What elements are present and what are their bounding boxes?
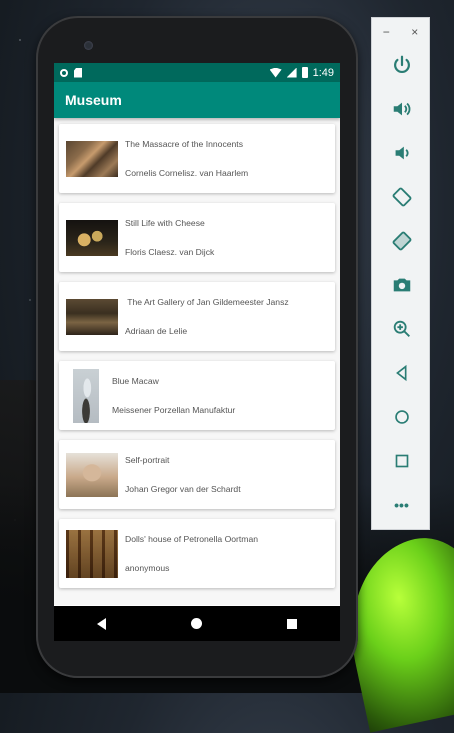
power-button[interactable] [372, 51, 431, 79]
rotate-left-icon [392, 187, 411, 207]
artwork-title: The Art Gallery of Jan Gildemeester Jans… [125, 297, 289, 307]
home-button[interactable] [372, 403, 431, 431]
screenshot-button[interactable] [372, 271, 431, 299]
overview-icon [395, 454, 408, 468]
artwork-card[interactable]: Blue Macaw Meissener Porzellan Manufaktu… [59, 361, 335, 430]
status-time: 1:49 [312, 66, 334, 79]
notification-icon [60, 68, 68, 77]
status-bar: 1:49 [54, 63, 340, 82]
close-button[interactable]: × [411, 25, 418, 39]
wifi-icon [269, 67, 282, 78]
artwork-artist: Adriaan de Lelie [125, 326, 188, 336]
artwork-artist: Johan Gregor van der Schardt [125, 484, 241, 494]
zoom-button[interactable] [372, 315, 431, 343]
artwork-title: Still Life with Cheese [125, 218, 205, 228]
artwork-artist: Meissener Porzellan Manufaktur [112, 405, 236, 415]
artwork-list[interactable]: The Massacre of the Innocents Cornelis C… [54, 118, 340, 605]
artwork-thumbnail [66, 140, 118, 177]
volume-up-button[interactable] [372, 95, 431, 123]
artwork-thumbnail [66, 529, 118, 578]
artwork-thumbnail [66, 298, 118, 335]
rotate-right-button[interactable] [372, 227, 431, 255]
more-icon: ••• [394, 497, 409, 513]
artwork-title: The Massacre of the Innocents [125, 139, 243, 149]
camera-icon [393, 278, 410, 292]
rotate-left-button[interactable] [372, 183, 431, 211]
app-title: Museum [65, 92, 122, 108]
home-icon [394, 410, 409, 424]
overview-button[interactable] [372, 447, 431, 475]
artwork-artist: Floris Claesz. van Dijck [125, 247, 215, 257]
artwork-card[interactable]: The Massacre of the Innocents Cornelis C… [59, 124, 335, 193]
emulator-control-panel: − × ••• [371, 17, 430, 530]
artwork-artist: anonymous [125, 563, 170, 573]
back-icon [395, 364, 406, 382]
app-bar: Museum [54, 82, 340, 118]
rotate-right-icon [392, 231, 411, 251]
nav-back-icon[interactable] [96, 617, 106, 630]
device-screen: 1:49 Museum The Massacre of the Innocent… [54, 63, 340, 641]
more-button[interactable]: ••• [372, 491, 431, 519]
artwork-thumbnail [73, 368, 99, 423]
volume-up-icon [393, 102, 410, 116]
artwork-title: Blue Macaw [112, 376, 159, 386]
sd-card-icon [74, 67, 82, 78]
nav-recents-icon[interactable] [287, 618, 298, 629]
artwork-thumbnail [66, 219, 118, 256]
volume-down-button[interactable] [372, 139, 431, 167]
artwork-thumbnail [66, 452, 118, 497]
artwork-artist: Cornelis Cornelisz. van Haarlem [125, 168, 249, 178]
artwork-card[interactable]: Dolls' house of Petronella Oortman anony… [59, 519, 335, 588]
phone-frame: 1:49 Museum The Massacre of the Innocent… [36, 16, 358, 678]
navigation-bar [54, 606, 340, 641]
volume-down-icon [395, 146, 409, 160]
artwork-card[interactable]: Still Life with Cheese Floris Claesz. va… [59, 203, 335, 272]
minimize-button[interactable]: − [383, 25, 390, 39]
artwork-card[interactable]: Self-portrait Johan Gregor van der Schar… [59, 440, 335, 509]
nav-home-icon[interactable] [190, 618, 202, 629]
battery-icon [301, 67, 308, 78]
front-camera [84, 41, 93, 50]
signal-icon [286, 67, 297, 78]
back-button[interactable] [372, 359, 431, 387]
artwork-title: Dolls' house of Petronella Oortman [125, 534, 259, 544]
artwork-title: Self-portrait [125, 455, 170, 465]
artwork-card[interactable]: The Art Gallery of Jan Gildemeester Jans… [59, 282, 335, 351]
zoom-icon [393, 320, 410, 337]
power-icon [393, 55, 410, 74]
